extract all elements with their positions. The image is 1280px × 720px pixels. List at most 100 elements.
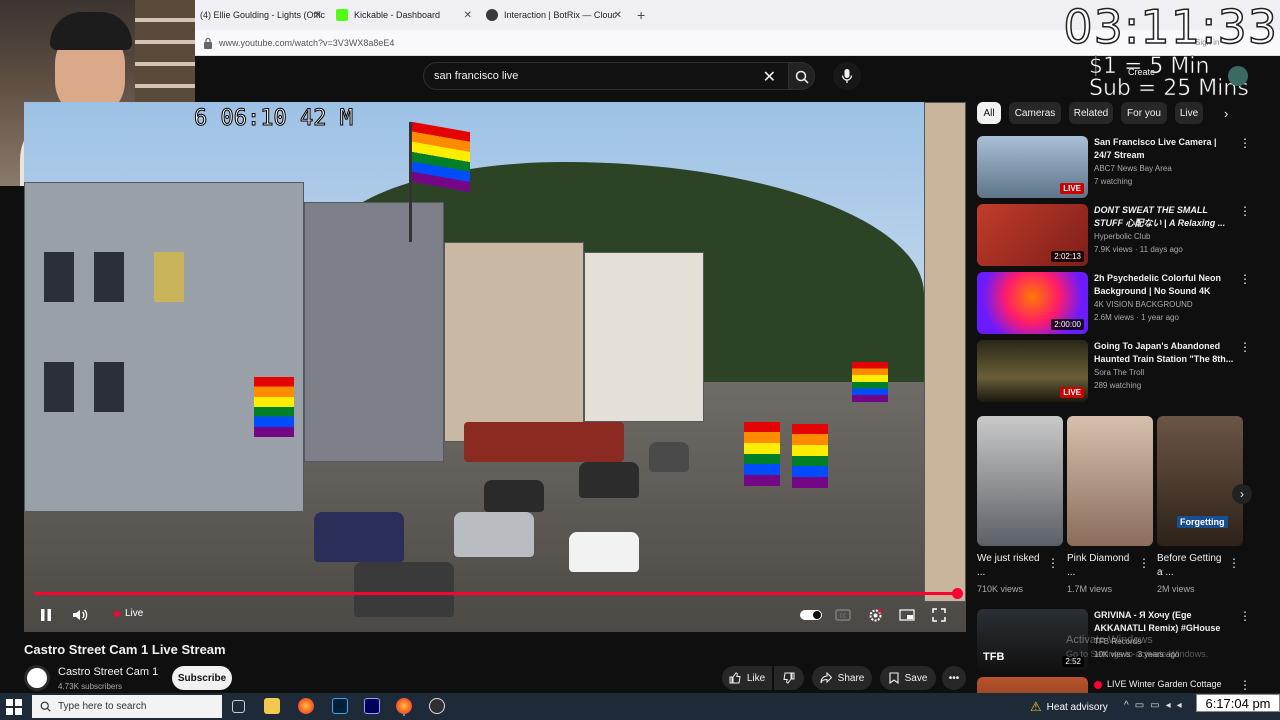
video-thumbnail[interactable]: LIVE	[977, 136, 1088, 198]
recommendation-item[interactable]: LIVE San Francisco Live Camera | 24/7 St…	[977, 136, 1267, 200]
save-label: Save	[904, 672, 928, 684]
video-thumbnail[interactable]: 2:02:13	[977, 204, 1088, 266]
recommendation-title[interactable]: LIVE Winter Garden Cottage	[1094, 678, 1236, 691]
tray-icons[interactable]: ^▭▭◂◂	[1124, 700, 1188, 711]
obs-icon[interactable]	[429, 698, 445, 714]
firefox-active-icon[interactable]	[396, 698, 412, 714]
recommendation-item[interactable]: LIVE Winter Garden Cottage ⋮	[977, 677, 1267, 693]
progress-bar[interactable]	[34, 588, 963, 599]
premiere-icon[interactable]	[364, 698, 380, 714]
settings-button[interactable]	[866, 605, 884, 625]
fullscreen-icon	[932, 608, 946, 622]
tab-label: Kickable - Dashboard	[354, 10, 441, 20]
chip-for-you[interactable]: For you	[1121, 102, 1167, 124]
recommendation-channel[interactable]: ABC7 News Bay Area	[1094, 164, 1172, 173]
short-thumbnail[interactable]	[1067, 416, 1153, 546]
car	[454, 512, 534, 557]
more-vertical-icon[interactable]: ⋮	[1239, 272, 1251, 286]
more-vertical-icon[interactable]: ⋮	[1239, 136, 1251, 150]
account-avatar[interactable]	[1228, 66, 1248, 86]
microphone-icon	[841, 69, 853, 83]
voice-search-button[interactable]	[833, 62, 861, 90]
live-indicator[interactable]: Live	[114, 608, 143, 619]
building	[24, 182, 304, 512]
short-title[interactable]: Before Getting a ...	[1157, 552, 1223, 580]
fullscreen-button[interactable]	[930, 605, 948, 625]
recommendation-channel[interactable]: Sora The Troll	[1094, 368, 1144, 377]
recommendation-title[interactable]: Going To Japan's Abandoned Haunted Train…	[1094, 340, 1236, 366]
recommendation-item[interactable]: LIVE Going To Japan's Abandoned Haunted …	[977, 340, 1267, 404]
miniplayer-button[interactable]	[898, 605, 916, 625]
short-thumbnail[interactable]	[977, 416, 1063, 546]
chevron-right-icon[interactable]: ›	[1224, 106, 1228, 121]
car	[314, 512, 404, 562]
autoplay-toggle[interactable]	[800, 610, 822, 620]
recommendation-meta: 289 watching	[1094, 381, 1142, 390]
recommendation-item[interactable]: 2:00:00 2h Psychedelic Colorful Neon Bac…	[977, 272, 1267, 336]
recommendation-title[interactable]: GRIVINA - Я Хочу (Ege AKKANATLI Remix) #…	[1094, 609, 1236, 635]
recommendation-channel[interactable]: Hyperbolic Club	[1094, 232, 1150, 241]
channel-avatar[interactable]	[24, 665, 50, 691]
more-vertical-icon[interactable]: ⋮	[1138, 556, 1150, 570]
search-input[interactable]: san francisco live ✕	[423, 62, 789, 90]
chip-cameras[interactable]: Cameras	[1009, 102, 1061, 124]
recommendation-item[interactable]: 2:02:13 DONT SWEAT THE SMALL STUFF 心配ない …	[977, 204, 1267, 268]
captions-button[interactable]: CC	[834, 605, 852, 625]
close-tab-icon[interactable]: ✕	[614, 10, 622, 21]
more-actions-button[interactable]: •••	[942, 666, 966, 690]
recommendation-title[interactable]: San Francisco Live Camera | 24/7 Stream	[1094, 136, 1236, 162]
browser-tab-kickable[interactable]: Kickable - Dashboard ✕	[336, 4, 476, 26]
live-dot-icon	[1094, 680, 1102, 689]
taskbar-search[interactable]: Type here to search	[32, 695, 222, 718]
save-button[interactable]: Save	[880, 666, 936, 690]
more-vertical-icon[interactable]: ⋮	[1239, 678, 1251, 692]
recommendation-title[interactable]: 2h Psychedelic Colorful Neon Background …	[1094, 272, 1236, 298]
short-title[interactable]: Pink Diamond ...	[1067, 552, 1133, 580]
file-explorer-icon[interactable]	[264, 698, 280, 714]
recommendation-channel[interactable]: 4K VISION BACKGROUND	[1094, 300, 1193, 309]
duration-badge: 2:02:13	[1051, 251, 1084, 262]
video-thumbnail[interactable]: LIVE	[977, 340, 1088, 402]
car	[649, 442, 689, 472]
like-button[interactable]: Like	[722, 666, 772, 690]
building-window	[44, 252, 74, 302]
browser-tab-botrix[interactable]: Interaction | BotRix — Cloud St ✕	[486, 4, 626, 26]
video-thumbnail[interactable]	[977, 677, 1088, 693]
more-vertical-icon[interactable]: ⋮	[1047, 556, 1059, 570]
recommendation-title[interactable]: DONT SWEAT THE SMALL STUFF 心配ない | A Rela…	[1094, 204, 1236, 230]
system-clock[interactable]: 6:17:04 pm	[1196, 694, 1280, 712]
close-tab-icon[interactable]: ✕	[314, 10, 322, 21]
firefox-icon[interactable]	[298, 698, 314, 714]
channel-name[interactable]: Castro Street Cam 1	[58, 666, 158, 678]
subscribe-button[interactable]: Subscribe	[172, 666, 232, 690]
more-vertical-icon[interactable]: ⋮	[1239, 204, 1251, 218]
browser-tab-youtube[interactable]: (4) Ellie Goulding - Lights (Offic ✕	[196, 4, 326, 26]
photoshop-icon[interactable]	[332, 698, 348, 714]
more-vertical-icon[interactable]: ⋮	[1239, 609, 1251, 623]
create-button[interactable]: Create	[1128, 67, 1155, 77]
start-button[interactable]	[6, 699, 22, 715]
share-button[interactable]: Share	[812, 666, 872, 690]
subscriber-count: 4.73K subscribers	[58, 682, 123, 691]
pause-button[interactable]	[36, 605, 56, 625]
short-thumbnail[interactable]: Forgetting	[1157, 416, 1243, 546]
short-title[interactable]: We just risked ...	[977, 552, 1043, 580]
new-tab-icon[interactable]: +	[637, 7, 645, 23]
chip-live[interactable]: Live	[1175, 102, 1203, 124]
task-view-icon[interactable]	[232, 700, 245, 713]
search-icon	[795, 70, 809, 84]
search-button[interactable]	[789, 62, 815, 90]
video-thumbnail[interactable]: 2:00:00	[977, 272, 1088, 334]
more-vertical-icon[interactable]: ⋮	[1228, 556, 1240, 570]
chip-all[interactable]: All	[977, 102, 1001, 124]
more-vertical-icon[interactable]: ⋮	[1239, 340, 1251, 354]
dislike-button[interactable]	[774, 666, 804, 690]
weather-widget[interactable]: ⚠ Heat advisory	[1030, 699, 1108, 715]
chip-related[interactable]: Related	[1069, 102, 1113, 124]
close-tab-icon[interactable]: ✕	[464, 10, 472, 21]
rainbow-flag	[412, 121, 470, 193]
volume-button[interactable]	[70, 605, 90, 625]
clear-search-icon[interactable]: ✕	[763, 67, 776, 87]
video-player[interactable]: 6 06:10 42 M Live CC	[24, 102, 966, 632]
shorts-next-button[interactable]: ›	[1232, 484, 1252, 504]
